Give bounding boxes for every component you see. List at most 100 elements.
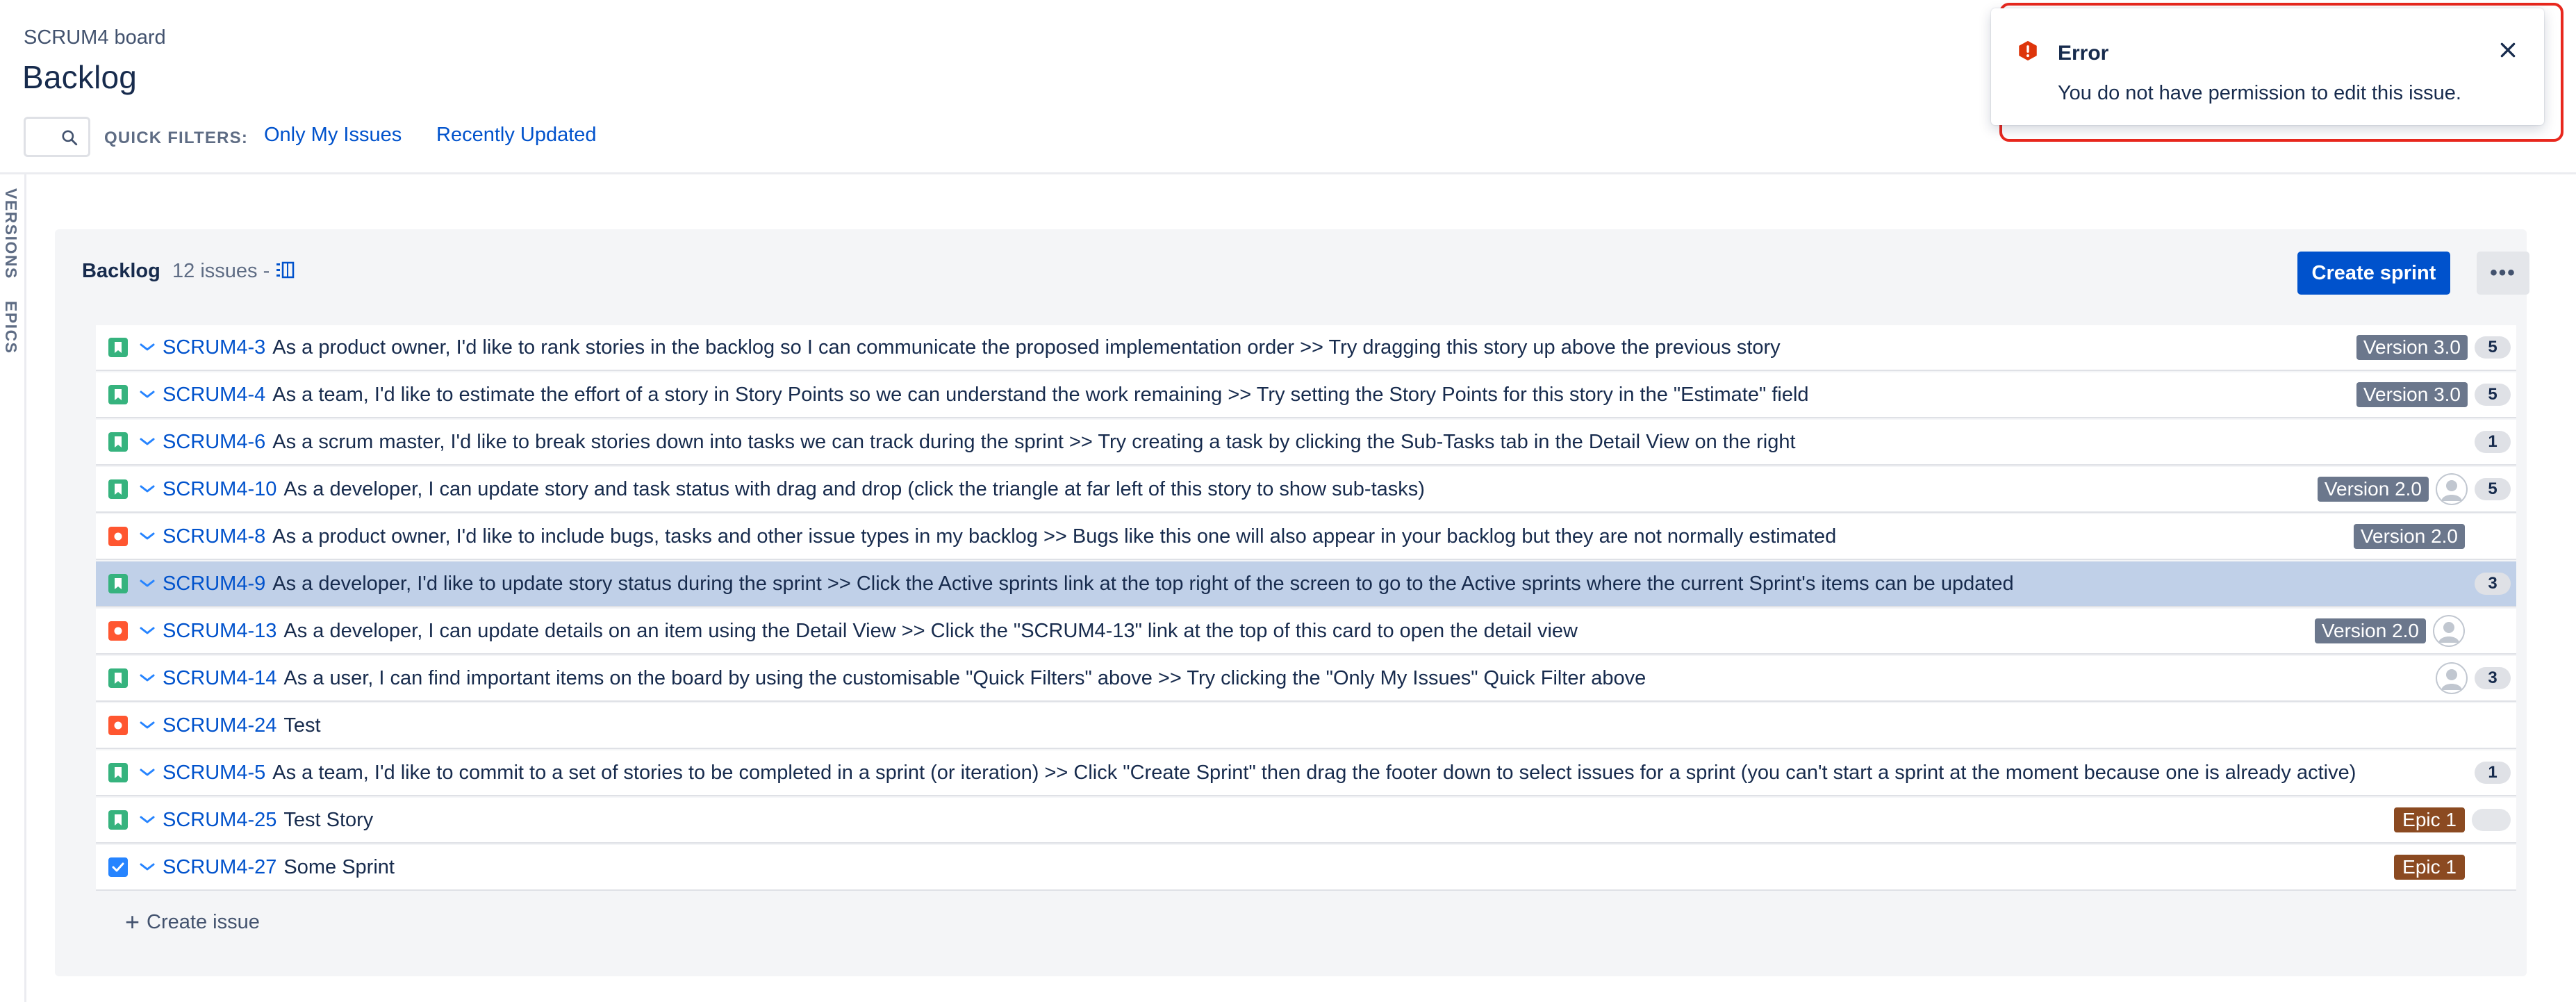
- issue-meta: Version 3.0 5: [2356, 382, 2511, 407]
- header-divider: [0, 172, 2576, 174]
- version-badge: Version 2.0: [2314, 618, 2426, 643]
- search-icon: [62, 130, 78, 146]
- assignee-avatar: [2436, 473, 2468, 505]
- issue-summary: As a developer, I can update details on …: [283, 619, 1578, 642]
- toast-message: You do not have permission to edit this …: [2058, 82, 2461, 104]
- issue-summary: As a product owner, I'd like to rank sto…: [272, 336, 1781, 359]
- issue-row[interactable]: SCRUM4-25 Test Story Epic 1: [96, 798, 2516, 842]
- assignee-avatar: [2436, 662, 2468, 694]
- issue-key-link[interactable]: SCRUM4-9: [163, 573, 265, 596]
- chevron-down-icon: [139, 862, 156, 872]
- version-badge: Version 3.0: [2356, 382, 2468, 407]
- chevron-down-icon: [139, 390, 156, 400]
- toast-title: Error: [2058, 42, 2109, 65]
- quick-filter-recently-updated[interactable]: Recently Updated: [436, 124, 597, 147]
- issue-meta: Version 2.0 5: [2317, 473, 2511, 505]
- issue-meta: Epic 1: [2394, 807, 2511, 832]
- epic-badge: Epic 1: [2394, 807, 2465, 832]
- issue-key-link[interactable]: SCRUM4-10: [163, 478, 276, 501]
- story-points-spacer: [2472, 620, 2511, 642]
- version-badge: Version 2.0: [2317, 477, 2429, 502]
- issue-row[interactable]: SCRUM4-3 As a product owner, I'd like to …: [96, 325, 2516, 370]
- create-issue-label: Create issue: [147, 910, 260, 933]
- chevron-down-icon: [139, 768, 156, 778]
- story-points-spacer: [2472, 856, 2511, 878]
- issue-key-link[interactable]: SCRUM4-13: [163, 620, 276, 643]
- bug-dot-icon: [108, 716, 128, 735]
- issue-meta: Epic 1: [2394, 855, 2511, 880]
- issue-summary: As a developer, I'd like to update story…: [272, 572, 2014, 595]
- chevron-down-icon: [139, 673, 156, 683]
- issue-row[interactable]: SCRUM4-8 As a product owner, I'd like to …: [96, 514, 2516, 559]
- issue-row[interactable]: SCRUM4-5 As a team, I'd like to commit to…: [96, 750, 2516, 795]
- issue-row[interactable]: SCRUM4-24 Test: [96, 703, 2516, 748]
- issue-meta: 1: [2475, 762, 2511, 784]
- chevron-down-icon: [139, 437, 156, 447]
- chevron-down-icon: [139, 579, 156, 589]
- issue-key-link[interactable]: SCRUM4-27: [163, 856, 276, 879]
- backlog-issue-count: 12 issues -: [172, 260, 270, 282]
- issue-summary: As a product owner, I'd like to include …: [272, 525, 1837, 548]
- story-points-badge: 5: [2475, 336, 2511, 359]
- backlog-title: Backlog: [82, 260, 160, 282]
- version-badge: Version 3.0: [2356, 335, 2468, 360]
- epic-badge: Epic 1: [2394, 855, 2465, 880]
- story-points-badge: [2472, 809, 2511, 831]
- epics-panel-toggle[interactable]: EPICS: [1, 301, 20, 354]
- issue-summary: As a developer, I can update story and t…: [283, 477, 1425, 500]
- issue-key-link[interactable]: SCRUM4-4: [163, 384, 265, 406]
- issue-meta: 3: [2436, 662, 2511, 694]
- backlog-details-icon[interactable]: [275, 261, 296, 279]
- issue-key-link[interactable]: SCRUM4-3: [163, 336, 265, 359]
- story-points-badge: 1: [2475, 431, 2511, 453]
- version-badge: Version 2.0: [2353, 524, 2465, 549]
- issue-row[interactable]: SCRUM4-13 As a developer, I can update de…: [96, 609, 2516, 653]
- issue-row[interactable]: SCRUM4-10 As a developer, I can update st…: [96, 467, 2516, 511]
- issue-row[interactable]: SCRUM4-6 As a scrum master, I'd like to b…: [96, 420, 2516, 464]
- chevron-down-icon: [139, 721, 156, 730]
- versions-panel-toggle[interactable]: VERSIONS: [1, 188, 20, 279]
- bookmark-icon: [108, 432, 128, 452]
- issue-list: SCRUM4-3 As a product owner, I'd like to …: [96, 325, 2516, 892]
- issue-meta: 3: [2475, 573, 2511, 595]
- story-points-spacer: [2472, 525, 2511, 548]
- issue-meta: Version 2.0: [2314, 615, 2511, 647]
- issue-summary: As a user, I can find important items on…: [283, 666, 1646, 689]
- issue-key-link[interactable]: SCRUM4-5: [163, 762, 265, 785]
- story-points-badge: 3: [2475, 573, 2511, 595]
- left-rail: VERSIONS EPICS: [0, 174, 26, 1002]
- bug-dot-icon: [108, 527, 128, 546]
- assignee-avatar: [2433, 615, 2465, 647]
- issue-summary: As a scrum master, I'd like to break sto…: [272, 430, 1796, 453]
- backlog-more-actions-button[interactable]: •••: [2477, 252, 2529, 295]
- issue-meta: [2472, 714, 2511, 737]
- issue-row[interactable]: SCRUM4-4 As a team, I'd like to estimate …: [96, 372, 2516, 417]
- issue-key-link[interactable]: SCRUM4-6: [163, 431, 265, 454]
- checkmark-icon: [108, 857, 128, 877]
- bookmark-icon: [108, 574, 128, 593]
- issue-row[interactable]: SCRUM4-27 Some Sprint Epic 1: [96, 845, 2516, 889]
- chevron-down-icon: [139, 343, 156, 352]
- issue-key-link[interactable]: SCRUM4-8: [163, 525, 265, 548]
- quick-filters-label: QUICK FILTERS:: [104, 129, 249, 147]
- issue-key-link[interactable]: SCRUM4-14: [163, 667, 276, 690]
- issue-summary: Test: [283, 714, 321, 737]
- story-points-spacer: [2472, 714, 2511, 737]
- issue-key-link[interactable]: SCRUM4-24: [163, 714, 276, 737]
- toast-close-button[interactable]: [2491, 33, 2525, 67]
- search-input[interactable]: [24, 117, 90, 157]
- create-sprint-button[interactable]: Create sprint: [2297, 252, 2450, 295]
- bookmark-icon: [108, 810, 128, 830]
- issue-row[interactable]: SCRUM4-14 As a user, I can find important…: [96, 656, 2516, 700]
- issue-key-link[interactable]: SCRUM4-25: [163, 809, 276, 832]
- close-icon: [2500, 42, 2516, 58]
- quick-filter-only-my-issues[interactable]: Only My Issues: [264, 124, 402, 147]
- issue-row[interactable]: SCRUM4-9 As a developer, I'd like to upda…: [96, 561, 2516, 606]
- story-points-badge: 3: [2475, 667, 2511, 689]
- bookmark-icon: [108, 763, 128, 782]
- board-name[interactable]: SCRUM4 board: [24, 26, 166, 49]
- error-toast: Error You do not have permission to edit…: [1991, 8, 2544, 125]
- bookmark-icon: [108, 385, 128, 404]
- issue-meta: 1: [2475, 431, 2511, 453]
- create-issue-button[interactable]: + Create issue: [125, 907, 260, 937]
